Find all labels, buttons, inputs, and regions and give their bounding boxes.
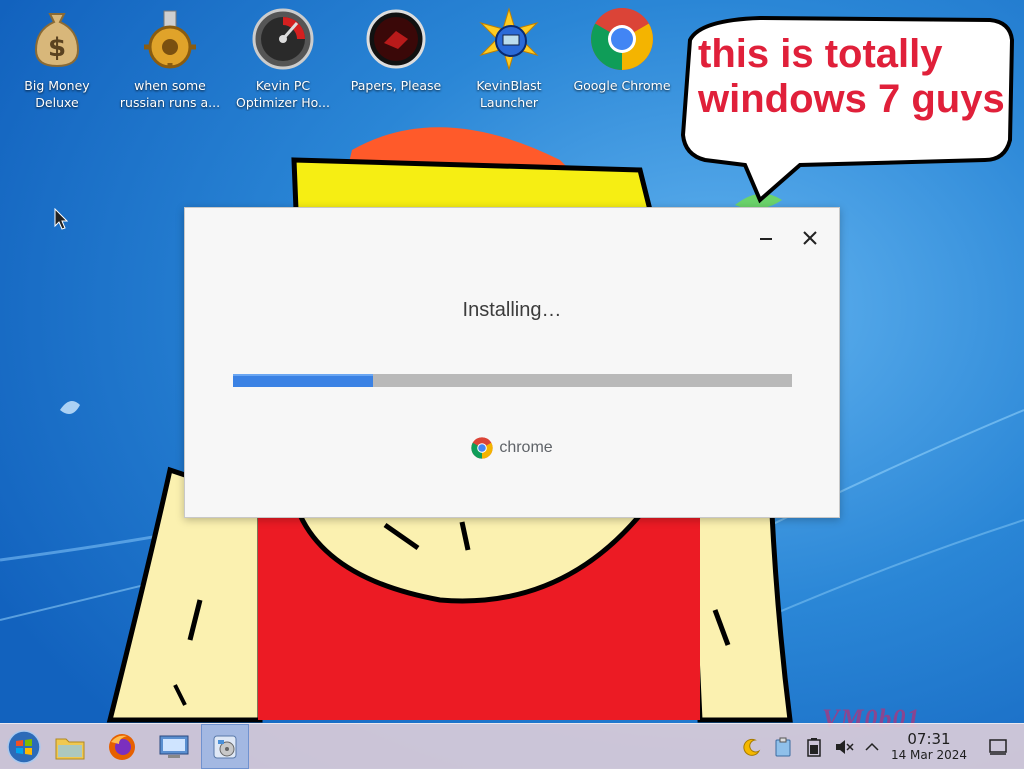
install-progress-bar (233, 374, 792, 387)
firefox-icon (109, 733, 135, 760)
desktop-icon-russian[interactable]: when some russian runs a... (116, 6, 224, 112)
desktop-icon-label: Kevin PC Optimizer Ho... (236, 78, 330, 110)
desktop-icon-label: Google Chrome (573, 78, 671, 93)
clipboard-icon (775, 737, 791, 757)
minimize-button[interactable] (752, 224, 780, 252)
volume-muted-icon (836, 740, 854, 754)
taskbar-file-manager[interactable] (46, 724, 94, 769)
taskbar-installer-app[interactable] (201, 724, 249, 769)
desktop-icon-label: Big Money Deluxe (24, 78, 90, 110)
close-button[interactable] (796, 224, 824, 252)
chrome-logo-icon (471, 437, 493, 459)
kevinblast-icon (476, 6, 542, 72)
tray-expand[interactable] (861, 736, 883, 758)
tray-volume[interactable] (833, 736, 855, 758)
show-desktop-button[interactable] (987, 736, 1009, 758)
battery-icon (807, 738, 821, 757)
desktop-icon-label: Papers, Please (350, 78, 442, 93)
chevron-up-icon (865, 742, 879, 751)
speech-bubble-text: this is totally windows 7 guys (698, 32, 1005, 121)
speedometer-icon (250, 6, 316, 72)
mouse-cursor-icon (54, 208, 68, 230)
minimize-icon (760, 238, 772, 240)
taskbar-clock[interactable]: 07:31 14 Mar 2024 (884, 731, 974, 763)
desktop-icon-papers-please[interactable]: Papers, Please (342, 6, 450, 112)
chrome-installer-window: Installing… chrome (184, 207, 840, 518)
taskbar-firefox[interactable] (98, 724, 146, 769)
show-desktop-icon (989, 739, 1007, 755)
desktop-icon-label: when some russian runs a... (119, 78, 221, 110)
desktop-icon-google-chrome[interactable]: Google Chrome (568, 6, 676, 112)
gear-icon (137, 6, 203, 72)
start-button[interactable] (0, 724, 48, 769)
installer-app-icon (213, 735, 237, 758)
chrome-brand: chrome (185, 437, 839, 459)
taskbar: 07:31 14 Mar 2024 (0, 723, 1024, 769)
night-color-icon (743, 738, 761, 756)
clock-date: 14 Mar 2024 (890, 748, 968, 762)
tray-night-color[interactable] (741, 736, 763, 758)
install-progress-fill (233, 374, 373, 387)
money-bag-icon: $ (24, 6, 90, 72)
taskbar-system-settings[interactable] (150, 724, 198, 769)
desktop-icon-label: KevinBlast Launcher (476, 78, 542, 110)
chrome-icon (589, 6, 655, 72)
papers-please-icon (363, 6, 429, 72)
file-manager-icon (55, 738, 85, 759)
clock-time: 07:31 (907, 730, 951, 748)
svg-text:$: $ (48, 33, 66, 63)
desktop-icon-big-money-deluxe[interactable]: $ Big Money Deluxe (3, 6, 111, 112)
desktop-icon-kevinblast-launcher[interactable]: KevinBlast Launcher (455, 6, 563, 112)
chrome-brand-name: chrome (499, 439, 553, 456)
tray-clipboard[interactable] (772, 736, 794, 758)
tray-battery[interactable] (803, 736, 825, 758)
system-settings-icon (159, 735, 189, 758)
start-orb-icon (7, 729, 41, 764)
desktop-icon-kevin-pc-optimizer[interactable]: Kevin PC Optimizer Ho... (229, 6, 337, 112)
close-icon (803, 231, 817, 245)
install-status-text: Installing… (462, 299, 562, 321)
